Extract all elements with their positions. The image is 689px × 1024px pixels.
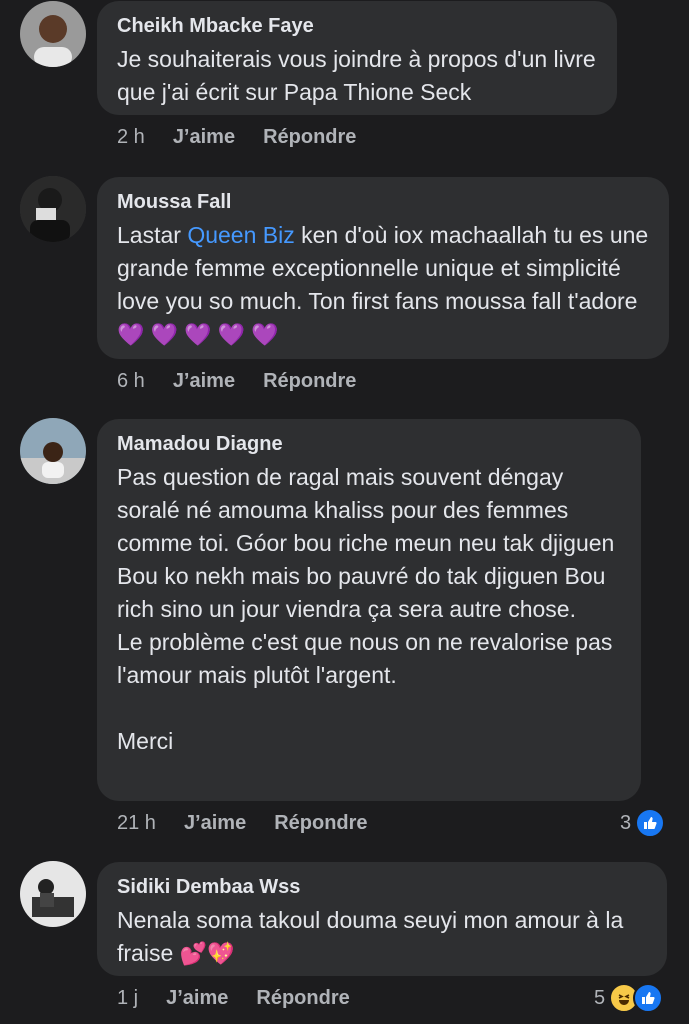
comment-bubble: Cheikh Mbacke Faye Je souhaiterais vous …	[97, 1, 617, 115]
comment-timestamp[interactable]: 6 h	[117, 370, 145, 393]
reaction-count: 3	[620, 811, 632, 834]
comment-actions: 2 h J’aime Répondre	[117, 126, 356, 149]
like-icon	[635, 808, 666, 838]
avatar[interactable]	[20, 1, 86, 67]
like-button[interactable]: J’aime	[173, 370, 235, 393]
like-button[interactable]: J’aime	[184, 812, 246, 835]
comment-text: Pas question de ragal mais souvent dénga…	[117, 464, 615, 754]
reaction-count: 5	[594, 986, 606, 1009]
comment-text: Je souhaiterais vous joindre à propos d'…	[117, 46, 603, 105]
comment-actions: 1 j J’aime Répondre	[117, 987, 350, 1010]
comment-bubble: Moussa Fall Lastar Queen Biz ken d'où io…	[97, 177, 669, 359]
comment-author[interactable]: Cheikh Mbacke Faye	[117, 15, 597, 37]
avatar[interactable]	[20, 861, 86, 927]
comment-timestamp[interactable]: 21 h	[117, 812, 156, 835]
comment-actions: 6 h J’aime Répondre	[117, 370, 356, 393]
reply-button[interactable]: Répondre	[263, 126, 356, 149]
avatar[interactable]	[20, 176, 86, 242]
comment-bubble: Sidiki Dembaa Wss Nenala soma takoul dou…	[97, 862, 667, 976]
mention-link[interactable]: Queen Biz	[187, 222, 294, 248]
comment-text: Nenala soma takoul douma seuyi mon amour…	[117, 904, 647, 970]
comment-actions: 21 h J’aime Répondre	[117, 812, 368, 835]
like-icon	[633, 983, 664, 1013]
comment-author[interactable]: Sidiki Dembaa Wss	[117, 876, 647, 898]
comment-text: Lastar Queen Biz ken d'où iox machaallah…	[117, 219, 649, 351]
like-button[interactable]: J’aime	[173, 126, 235, 149]
reply-button[interactable]: Répondre	[263, 370, 356, 393]
comment-timestamp[interactable]: 2 h	[117, 126, 145, 149]
reply-button[interactable]: Répondre	[274, 812, 367, 835]
comment-timestamp[interactable]: 1 j	[117, 987, 138, 1010]
reaction-summary[interactable]: 3	[620, 808, 666, 838]
reply-button[interactable]: Répondre	[256, 987, 349, 1010]
comment-author[interactable]: Moussa Fall	[117, 191, 649, 213]
comment-bubble: Mamadou Diagne Pas question de ragal mai…	[97, 419, 641, 801]
like-button[interactable]: J’aime	[166, 987, 228, 1010]
avatar[interactable]	[20, 418, 86, 484]
heart-emojis: 💕💖	[179, 941, 235, 966]
reaction-summary[interactable]: 5	[594, 983, 664, 1013]
purple-heart-emojis: 💜 💜 💜 💜 💜	[117, 322, 279, 347]
comment-text-part: Lastar	[117, 222, 188, 248]
comment-author[interactable]: Mamadou Diagne	[117, 433, 621, 455]
